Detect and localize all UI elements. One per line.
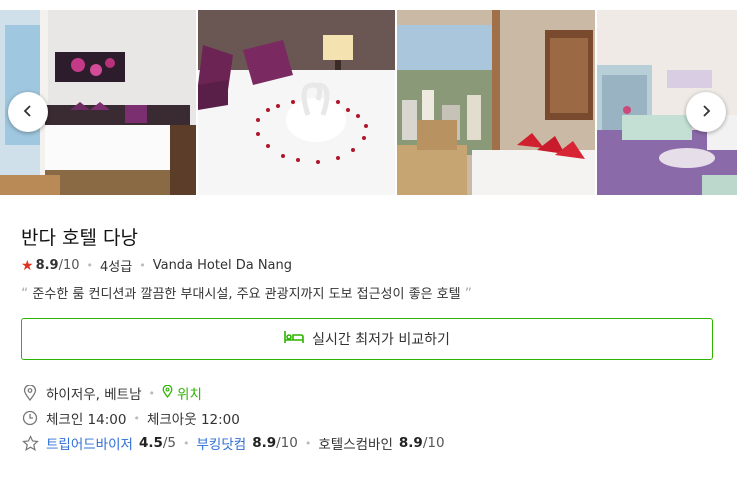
star-icon: ★ — [21, 257, 34, 274]
checkin-time: 체크인 14:00 — [46, 412, 127, 428]
review-score-hotelscombined: 8.9 — [398, 435, 423, 451]
rating-score: 8.9 — [35, 258, 59, 273]
hotel-meta: ★ 8.9 /10 • 4성급 • Vanda Hotel Da Nang — [21, 256, 293, 276]
checkin-row: 체크인 14:00 • 체크아웃 12:00 — [21, 408, 240, 428]
location-row: 하이저우, 베트남 • 위치 — [21, 383, 202, 403]
hotel-name[interactable]: 반다 호텔 다낭 — [21, 223, 138, 250]
review-scale-hotelscombined: /10 — [422, 435, 445, 451]
review-scale-tripadvisor: /5 — [162, 435, 177, 451]
bed-icon — [284, 329, 312, 349]
separator-dot: • — [139, 259, 146, 272]
photo-gallery[interactable] — [0, 10, 737, 195]
review-score-booking: 8.9 — [252, 435, 277, 451]
location-icon — [21, 384, 39, 402]
map-location-link[interactable]: 위치 — [177, 383, 202, 403]
chevron-right-icon — [699, 103, 713, 122]
hotel-summary-quote: “ 준수한 룸 컨디션과 깔끔한 부대시설, 주요 관광지까지 도보 접근성이 … — [21, 283, 472, 302]
review-scale-booking: /10 — [276, 435, 298, 451]
compare-prices-button[interactable]: 실시간 최저가 비교하기 — [21, 318, 713, 360]
review-site-hotelscombined[interactable]: 호텔스컴바인 — [318, 433, 393, 453]
review-score-tripadvisor: 4.5 — [138, 435, 163, 451]
clock-icon — [21, 409, 39, 427]
compare-prices-label: 실시간 최저가 비교하기 — [312, 332, 450, 348]
quote-text: 준수한 룸 컨디션과 깔끔한 부대시설, 주요 관광지까지 도보 접근성이 좋은… — [32, 287, 461, 302]
review-site-booking[interactable]: 부킹닷컴 — [197, 433, 247, 453]
gallery-next-button[interactable] — [686, 92, 726, 132]
separator-dot: • — [183, 436, 190, 450]
star-outline-icon — [21, 434, 39, 452]
map-pin-icon[interactable] — [162, 384, 173, 402]
separator-dot: • — [86, 259, 94, 272]
quote-close-mark: ” — [464, 286, 472, 302]
quote-open-mark: “ — [21, 286, 29, 302]
checkout-time: 체크아웃 12:00 — [146, 412, 240, 428]
separator-dot: • — [148, 386, 156, 400]
hotel-english-name: Vanda Hotel Da Nang — [152, 258, 293, 273]
location-text: 하이저우, 베트남 — [46, 387, 142, 403]
hotel-photo-2[interactable] — [198, 10, 395, 195]
star-grade: 4성급 — [100, 260, 133, 275]
review-scores-row: 트립어드바이저 4.5 /5 • 부킹닷컴 8.9 /10 • 호텔스컴바인 8… — [21, 433, 445, 453]
separator-dot: • — [304, 436, 312, 450]
hotel-photo-3[interactable] — [397, 10, 595, 195]
gallery-prev-button[interactable] — [8, 92, 48, 132]
review-site-tripadvisor[interactable]: 트립어드바이저 — [46, 433, 133, 453]
separator-dot: • — [133, 411, 140, 425]
rating-scale: /10 — [58, 258, 80, 273]
chevron-left-icon — [21, 103, 35, 122]
